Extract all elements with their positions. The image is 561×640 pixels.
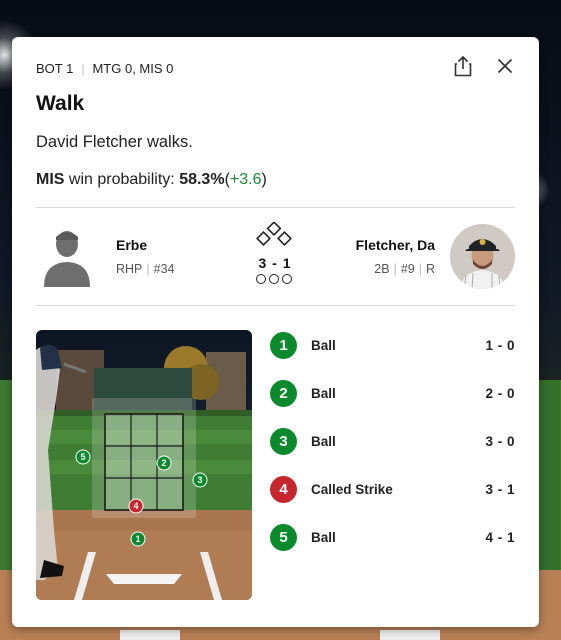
pitch-row[interactable]: 4 Called Strike 3 - 1 bbox=[270, 474, 515, 504]
inning-label: BOT 1 bbox=[36, 61, 74, 76]
pitch-marker-5: 5 bbox=[75, 449, 91, 465]
bases-icon bbox=[256, 222, 292, 246]
divider bbox=[36, 207, 515, 208]
batter-bats: R bbox=[425, 262, 435, 276]
pitcher-meta: RHP | #34 bbox=[116, 262, 175, 276]
pitch-count: 4 - 1 bbox=[485, 529, 515, 545]
batter-name: Fletcher, Da bbox=[355, 237, 435, 253]
win-prob-delta: +3.6 bbox=[229, 171, 262, 188]
pitch-number-badge: 2 bbox=[270, 379, 297, 407]
svg-text:1: 1 bbox=[135, 534, 140, 544]
out-dot bbox=[256, 274, 266, 284]
pitch-result: Ball bbox=[311, 337, 336, 353]
out-dot bbox=[269, 274, 279, 284]
close-button[interactable] bbox=[494, 54, 516, 78]
pitch-number-badge: 1 bbox=[270, 331, 297, 359]
pitch-result: Ball bbox=[311, 385, 336, 401]
pitch-count: 3 - 0 bbox=[485, 433, 515, 449]
pitch-count: 3 - 1 bbox=[485, 481, 515, 497]
pitch-marker-4: 4 bbox=[128, 498, 144, 514]
win-probability: MIS win probability: 58.3%(+3.6) bbox=[36, 171, 267, 189]
svg-text:3: 3 bbox=[197, 475, 202, 485]
pitch-number-badge: 4 bbox=[270, 475, 297, 503]
batter-number: #9 bbox=[400, 262, 415, 276]
svg-text:2: 2 bbox=[161, 458, 166, 468]
pitcher-number: #34 bbox=[153, 262, 175, 276]
close-icon bbox=[497, 58, 513, 74]
pitch-row[interactable]: 1 Ball 1 - 0 bbox=[270, 330, 515, 360]
pitch-marker-2: 2 bbox=[156, 455, 172, 471]
outs-indicator bbox=[256, 274, 292, 284]
win-prob-close-paren: ) bbox=[261, 171, 267, 188]
play-detail-card: BOT 1 | MTG 0, MIS 0 Walk David Fletcher… bbox=[12, 37, 539, 627]
batter-meta: 2B | #9 | R bbox=[374, 262, 435, 276]
separator: | bbox=[81, 61, 85, 76]
win-prob-team: MIS bbox=[36, 171, 65, 188]
share-icon bbox=[454, 55, 472, 77]
svg-text:4: 4 bbox=[133, 501, 138, 511]
pitch-row[interactable]: 5 Ball 4 - 1 bbox=[270, 522, 515, 552]
pitcher-silhouette-icon bbox=[44, 231, 90, 287]
strike-zone-panel: 1 2 3 4 5 bbox=[36, 330, 252, 600]
pitch-result: Ball bbox=[311, 433, 336, 449]
batter-photo bbox=[450, 224, 515, 289]
pitch-count: 1 - 0 bbox=[485, 337, 515, 353]
score-label: MTG 0, MIS 0 bbox=[92, 61, 174, 76]
pitch-count: 2 - 0 bbox=[485, 385, 515, 401]
batter-position: 2B bbox=[374, 262, 390, 276]
pitch-row[interactable]: 2 Ball 2 - 0 bbox=[270, 378, 515, 408]
divider bbox=[36, 305, 515, 306]
pitch-result: Ball bbox=[311, 529, 336, 545]
at-bat-count: 3 - 1 bbox=[258, 255, 292, 271]
pitch-marker-1: 1 bbox=[130, 531, 146, 547]
out-dot bbox=[282, 274, 292, 284]
win-prob-value: 58.3% bbox=[179, 171, 225, 188]
play-title: Walk bbox=[36, 92, 85, 115]
pitch-location-graphic: 1 2 3 4 5 bbox=[36, 330, 252, 600]
batter-headshot bbox=[450, 224, 515, 289]
pitch-marker-3: 3 bbox=[192, 472, 208, 488]
pitch-row[interactable]: 3 Ball 3 - 0 bbox=[270, 426, 515, 456]
pitch-number-badge: 3 bbox=[270, 427, 297, 455]
win-prob-label: win probability: bbox=[68, 171, 175, 188]
pitch-number-badge: 5 bbox=[270, 523, 297, 551]
share-button[interactable] bbox=[452, 54, 474, 78]
game-state-line: BOT 1 | MTG 0, MIS 0 bbox=[36, 61, 173, 76]
pitcher-hand: RHP bbox=[116, 262, 143, 276]
play-description: David Fletcher walks. bbox=[36, 133, 193, 151]
pitch-result: Called Strike bbox=[311, 481, 393, 497]
svg-text:5: 5 bbox=[80, 452, 85, 462]
pitcher-name: Erbe bbox=[116, 237, 148, 253]
